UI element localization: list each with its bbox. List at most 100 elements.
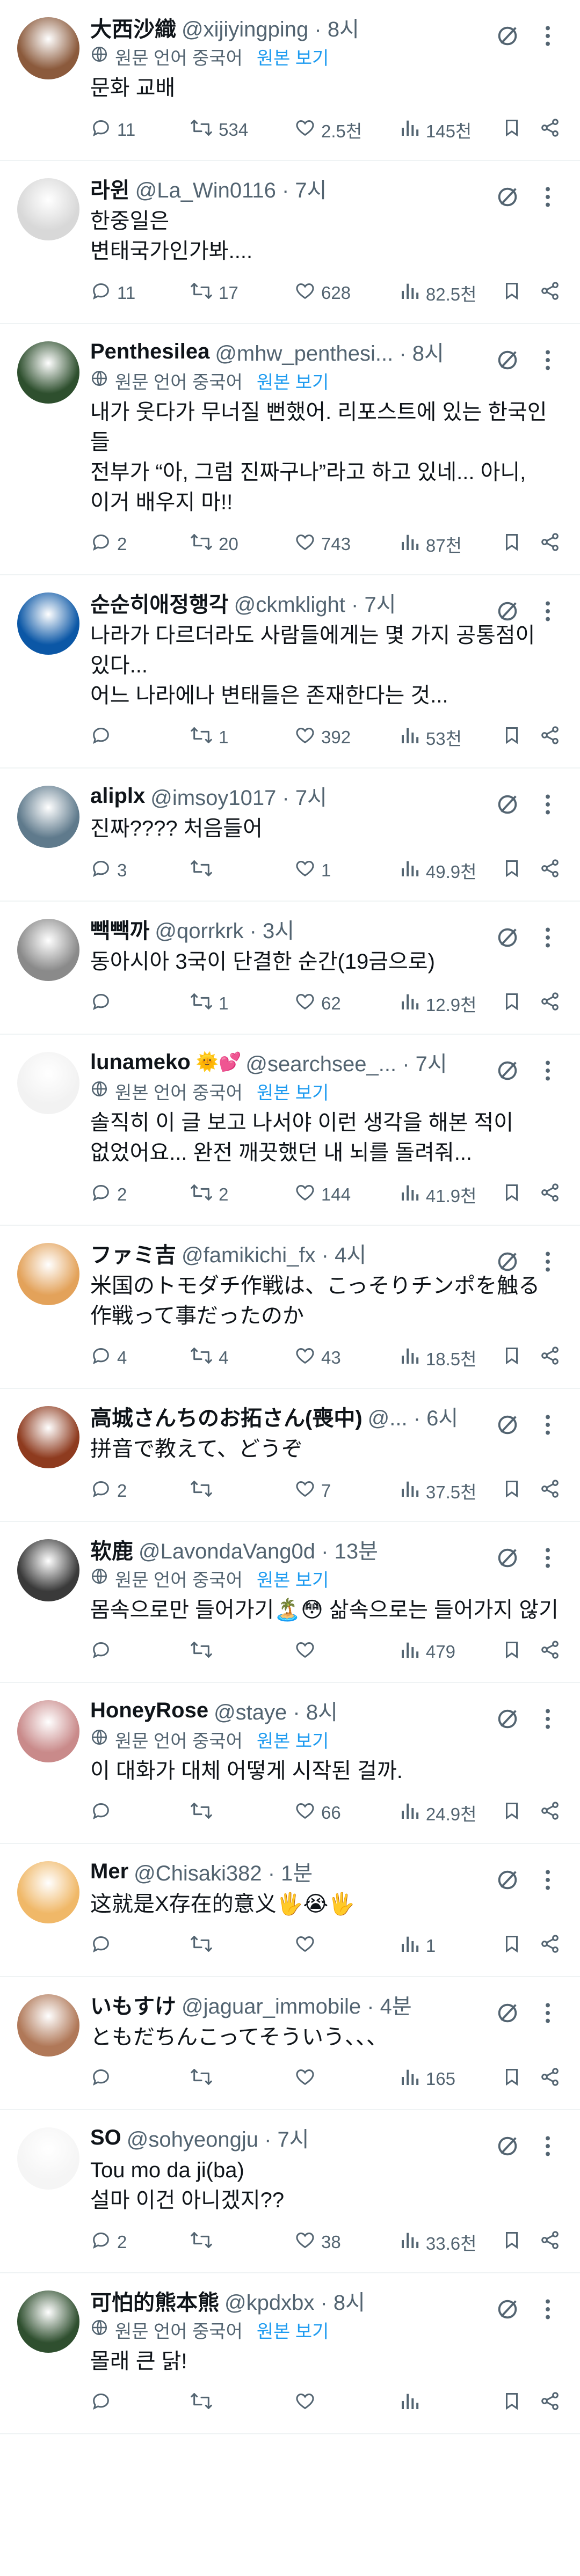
- like-button[interactable]: [294, 2390, 399, 2416]
- bookmark-button[interactable]: [502, 531, 539, 557]
- views-button[interactable]: 41.9천: [399, 1182, 502, 1208]
- grok-icon[interactable]: [495, 1249, 520, 1274]
- more-options-icon[interactable]: [537, 1057, 559, 1084]
- like-button[interactable]: [294, 1639, 399, 1665]
- views-button[interactable]: 33.6천: [399, 2229, 502, 2255]
- reply-button[interactable]: [90, 1639, 190, 1665]
- bookmark-button[interactable]: [502, 1933, 539, 1959]
- grok-icon[interactable]: [495, 925, 520, 950]
- like-button[interactable]: 1: [294, 858, 399, 883]
- like-button[interactable]: 144: [294, 1182, 399, 1208]
- repost-button[interactable]: 20: [190, 531, 294, 557]
- display-name[interactable]: lunameko: [90, 1050, 191, 1074]
- reply-button[interactable]: [90, 724, 190, 750]
- tweet[interactable]: ファミ吉 @famikichi_fx · 4시 米国のトモダチ作戦は、こっそりチンポ…: [0, 1226, 580, 1389]
- display-name[interactable]: 라윈: [90, 173, 130, 204]
- more-options-icon[interactable]: [537, 1706, 559, 1732]
- share-button[interactable]: [539, 991, 561, 1016]
- handle-and-time[interactable]: @ckmklight · 7시: [234, 587, 396, 618]
- tweet[interactable]: 라윈 @La_Win0116 · 7시 한중일은 변태국가인가봐.... 11 17 62…: [0, 161, 580, 324]
- handle-and-time[interactable]: @sohyeongju · 7시: [127, 2122, 309, 2153]
- reply-button[interactable]: [90, 2066, 190, 2092]
- handle-and-time[interactable]: @mhw_penthesi... · 8시: [215, 336, 444, 367]
- display-name[interactable]: 빽빽까: [90, 913, 149, 945]
- bookmark-button[interactable]: [502, 280, 539, 306]
- reply-button[interactable]: 2: [90, 531, 190, 557]
- photo-avatar[interactable]: [17, 341, 79, 404]
- repost-button[interactable]: 4: [190, 1345, 294, 1371]
- more-options-icon[interactable]: [537, 598, 559, 625]
- like-button[interactable]: 7: [294, 1478, 399, 1504]
- show-original-link[interactable]: 원본 보기: [257, 43, 329, 70]
- display-name[interactable]: Mer: [90, 1860, 128, 1884]
- bookmark-button[interactable]: [502, 2066, 539, 2092]
- repost-button[interactable]: [190, 2229, 294, 2255]
- views-button[interactable]: 82.5천: [399, 280, 502, 306]
- bald-man-photo-avatar[interactable]: [17, 1994, 79, 2057]
- like-button[interactable]: 628: [294, 280, 399, 306]
- like-button[interactable]: 392: [294, 724, 399, 750]
- display-name[interactable]: SO: [90, 2126, 121, 2150]
- share-button[interactable]: [539, 1800, 561, 1826]
- maid-figure-avatar[interactable]: [17, 2127, 79, 2190]
- reply-button[interactable]: [90, 991, 190, 1016]
- portrait-photo-avatar[interactable]: [17, 1700, 79, 1762]
- handle-and-time[interactable]: @LavondaVang0d · 13분: [139, 1534, 378, 1565]
- share-button[interactable]: [539, 724, 561, 750]
- share-button[interactable]: [539, 2229, 561, 2255]
- handle-and-time[interactable]: @Chisaki382 · 1분: [134, 1856, 313, 1887]
- like-button[interactable]: 66: [294, 1800, 399, 1826]
- handle-and-time[interactable]: @famikichi_fx · 4시: [182, 1238, 366, 1269]
- views-button[interactable]: 53천: [399, 724, 502, 750]
- reply-button[interactable]: [90, 1800, 190, 1826]
- repost-button[interactable]: [190, 1933, 294, 1959]
- grok-icon[interactable]: [495, 2297, 520, 2322]
- repost-button[interactable]: 534: [190, 117, 294, 143]
- more-options-icon[interactable]: [537, 1545, 559, 1571]
- views-button[interactable]: 24.9천: [399, 1800, 502, 1826]
- share-button[interactable]: [539, 1182, 561, 1208]
- show-original-link[interactable]: 원본 보기: [257, 1726, 329, 1753]
- bookmark-button[interactable]: [502, 1478, 539, 1504]
- share-button[interactable]: [539, 1933, 561, 1959]
- share-button[interactable]: [539, 1478, 561, 1504]
- show-original-link[interactable]: 원본 보기: [257, 2317, 329, 2343]
- show-original-link[interactable]: 원본 보기: [257, 1078, 329, 1104]
- views-button[interactable]: 37.5천: [399, 1478, 502, 1504]
- tweet[interactable]: aliplx @imsoy1017 · 7시 진짜???? 처음들어 3 1 49.9천: [0, 769, 580, 902]
- display-name[interactable]: 可怕的熊本熊: [90, 2285, 219, 2316]
- tweet[interactable]: 软鹿 @LavondaVang0d · 13분 원문 언어 중국어 원본 보기 몸속으로…: [0, 1522, 580, 1683]
- reply-button[interactable]: 2: [90, 1182, 190, 1208]
- repost-button[interactable]: 1: [190, 724, 294, 750]
- tweet[interactable]: HoneyRose @staye · 8시 원문 언어 중국어 원본 보기 이 대화가 …: [0, 1683, 580, 1844]
- share-button[interactable]: [539, 280, 561, 306]
- reply-button[interactable]: [90, 2390, 190, 2416]
- display-name[interactable]: 软鹿: [90, 1534, 133, 1565]
- bookmark-button[interactable]: [502, 2229, 539, 2255]
- views-button[interactable]: 479: [399, 1639, 502, 1665]
- anime-girl-avatar[interactable]: [17, 1243, 79, 1305]
- more-options-icon[interactable]: [537, 2000, 559, 2026]
- handle-and-time[interactable]: @qorrkrk · 3시: [155, 913, 294, 945]
- more-options-icon[interactable]: [537, 184, 559, 210]
- grok-icon[interactable]: [495, 185, 520, 209]
- more-options-icon[interactable]: [537, 791, 559, 818]
- grok-icon[interactable]: [495, 1868, 520, 1892]
- views-button[interactable]: 12.9천: [399, 991, 502, 1016]
- bookmark-button[interactable]: [502, 1182, 539, 1208]
- food-photo-avatar[interactable]: [17, 1406, 79, 1468]
- repost-button[interactable]: 2: [190, 1182, 294, 1208]
- handle-and-time[interactable]: @... · 6시: [368, 1401, 459, 1432]
- grok-icon[interactable]: [495, 1058, 520, 1083]
- cartoon-fish-avatar[interactable]: [17, 1052, 79, 1114]
- more-options-icon[interactable]: [537, 924, 559, 951]
- handle-and-time[interactable]: @imsoy1017 · 7시: [150, 780, 327, 811]
- views-button[interactable]: 18.5천: [399, 1345, 502, 1371]
- handle-and-time[interactable]: @xijiyingping · 8시: [182, 12, 359, 43]
- display-name[interactable]: HoneyRose: [90, 1699, 208, 1723]
- repost-button[interactable]: [190, 1639, 294, 1665]
- reply-button[interactable]: 11: [90, 117, 190, 143]
- handle-and-time[interactable]: @jaguar_immobile · 4분: [182, 1989, 412, 2020]
- views-button[interactable]: [399, 2390, 502, 2416]
- like-button[interactable]: 62: [294, 991, 399, 1016]
